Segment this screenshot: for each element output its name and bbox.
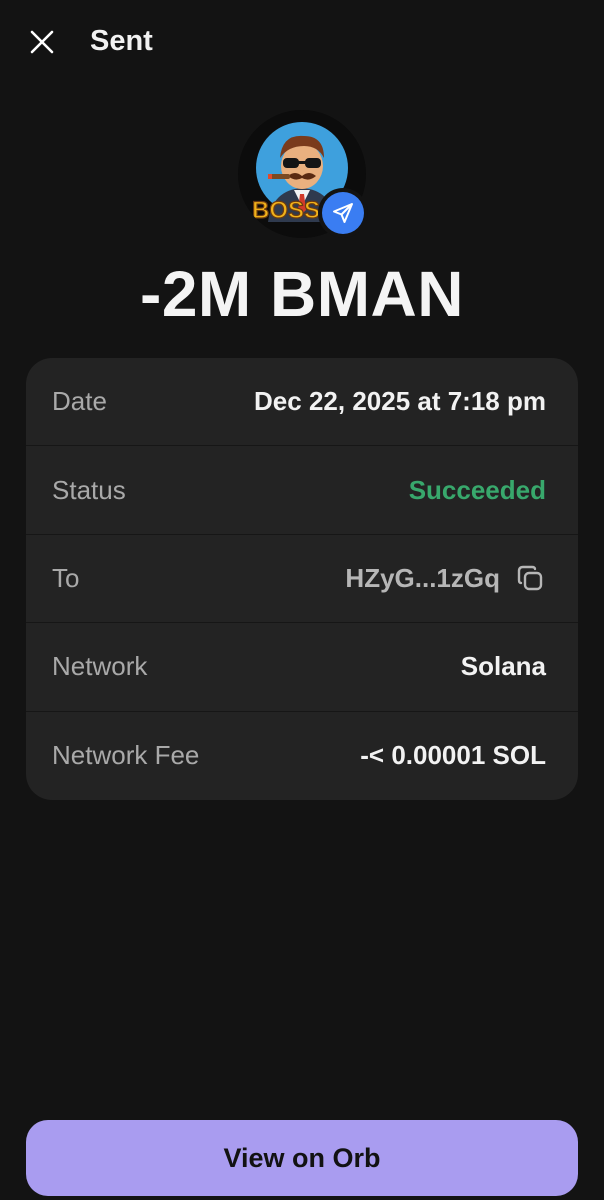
sent-badge (318, 188, 368, 238)
date-label: Date (52, 386, 107, 417)
detail-row-to: To HZyG...1zGq (26, 535, 578, 624)
detail-row-network-fee: Network Fee -< 0.00001 SOL (26, 712, 578, 800)
copy-address-button[interactable] (514, 562, 546, 594)
network-label: Network (52, 651, 148, 682)
status-label: Status (52, 474, 126, 505)
network-value: Solana (460, 651, 546, 682)
status-value: Succeeded (408, 474, 546, 505)
view-on-orb-button[interactable]: View on Orb (26, 1120, 578, 1196)
sent-badge-inner (322, 192, 364, 234)
date-value: Dec 22, 2025 at 7:18 pm (254, 386, 546, 417)
to-address: HZyG...1zGq (345, 562, 546, 594)
network-fee-value: -< 0.00001 SOL (360, 740, 546, 771)
transaction-detail-screen: Sent BOSSM -2M BMAN Date Dec 22, 2025 at… (0, 0, 604, 1200)
token-avatar-group: BOSSM (238, 110, 368, 238)
details-card: Date Dec 22, 2025 at 7:18 pm Status Succ… (26, 358, 578, 800)
close-icon (30, 30, 54, 54)
send-arrow-icon (333, 203, 353, 223)
detail-row-network: Network Solana (26, 623, 578, 712)
copy-icon (517, 566, 543, 591)
close-button[interactable] (22, 22, 62, 62)
to-address-text: HZyG...1zGq (345, 562, 500, 593)
transaction-amount: -2M BMAN (140, 258, 464, 330)
network-fee-label: Network Fee (52, 740, 200, 771)
detail-row-status: Status Succeeded (26, 446, 578, 535)
detail-row-date: Date Dec 22, 2025 at 7:18 pm (26, 358, 578, 447)
header: Sent (0, 0, 604, 82)
page-title: Sent (90, 25, 153, 57)
to-label: To (52, 562, 80, 593)
